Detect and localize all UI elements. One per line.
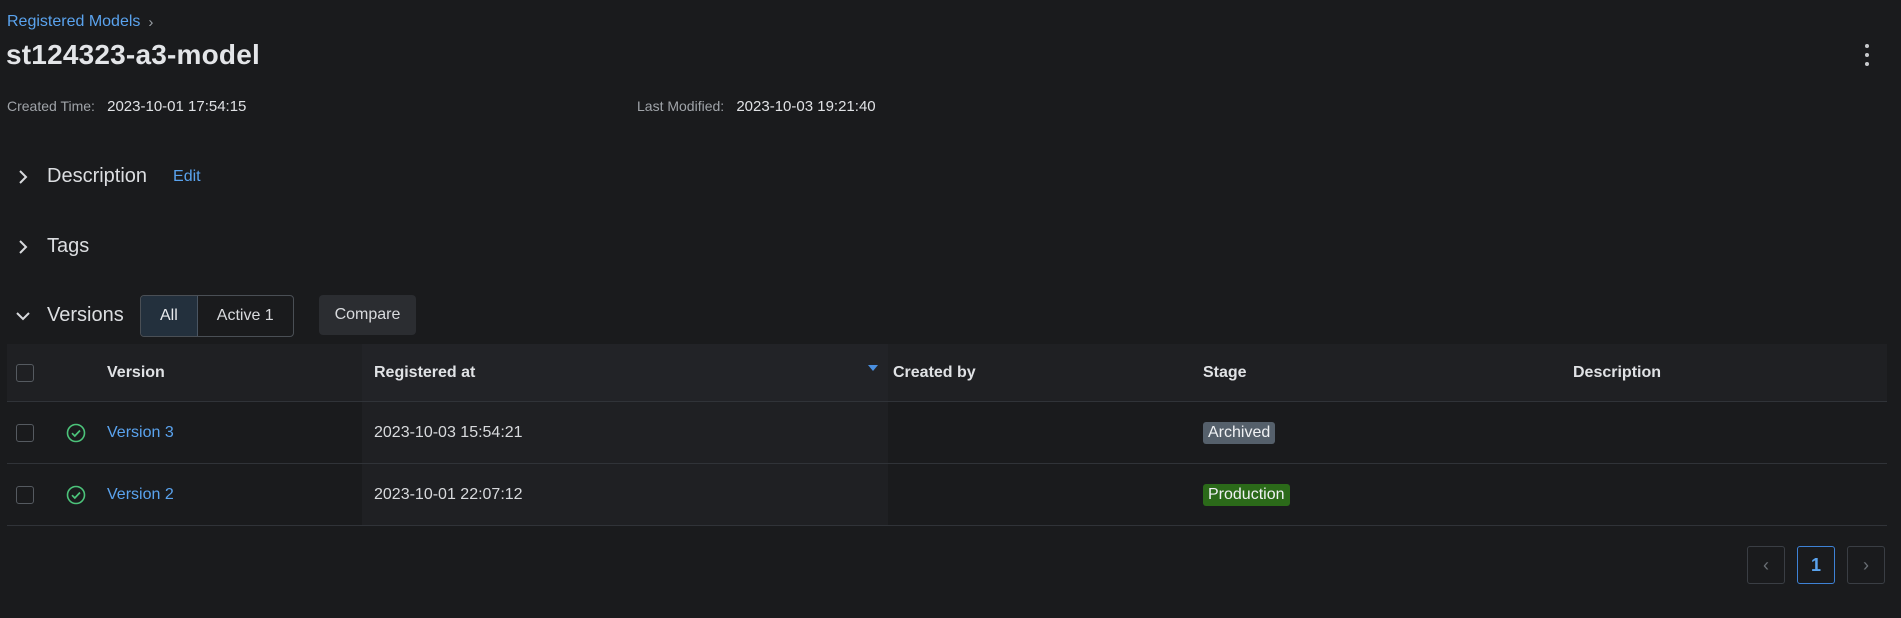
table-row: Version 3 2023-10-03 15:54:21 Archived: [7, 402, 1887, 464]
breadcrumb: Registered Models ›: [7, 13, 153, 31]
stage-cell: Production: [1203, 464, 1290, 525]
description-section-header[interactable]: Description Edit: [14, 165, 201, 188]
breadcrumb-registered-models-link[interactable]: Registered Models: [7, 13, 140, 31]
compare-button[interactable]: Compare: [319, 295, 416, 335]
table-row: Version 2 2023-10-01 22:07:12 Production: [7, 464, 1887, 526]
page-title: st124323-a3-model: [6, 39, 260, 70]
status-cell: [66, 464, 86, 525]
table-header-row: Version Registered at Created by Stage D…: [7, 344, 1887, 402]
row-checkbox[interactable]: [16, 485, 34, 504]
stage-cell: Archived: [1203, 402, 1276, 463]
header-version[interactable]: Version: [107, 344, 165, 401]
registered-at-value: 2023-10-01 22:07:12: [374, 485, 523, 503]
check-circle-icon: [66, 485, 86, 504]
chevron-right-icon: [19, 239, 28, 254]
chevron-down-icon: [16, 311, 30, 320]
edit-description-link[interactable]: Edit: [173, 168, 201, 186]
versions-table: Version Registered at Created by Stage D…: [7, 344, 1887, 526]
header-registered-at-label: Registered at: [374, 363, 476, 381]
header-description[interactable]: Description: [1573, 344, 1661, 401]
created-time-value: 2023-10-01 17:54:15: [107, 98, 247, 115]
check-circle-icon: [66, 423, 86, 442]
chevron-right-icon: ›: [1863, 554, 1869, 575]
tags-section-header[interactable]: Tags: [14, 235, 89, 258]
last-modified-value: 2023-10-03 19:21:40: [736, 98, 876, 115]
description-section-title: Description: [47, 165, 148, 187]
select-all-cell: [16, 344, 34, 401]
sort-descending-icon: [868, 365, 878, 371]
status-cell: [66, 402, 86, 463]
header-stage[interactable]: Stage: [1203, 344, 1247, 401]
chevron-left-icon: ‹: [1763, 554, 1769, 575]
header-created-by[interactable]: Created by: [893, 344, 976, 401]
version-filter-toggle: All Active 1: [140, 295, 294, 337]
version-link[interactable]: Version 3: [107, 402, 174, 463]
versions-section-title: Versions: [47, 304, 124, 326]
more-options-icon[interactable]: [1858, 44, 1876, 66]
versions-section-header[interactable]: Versions: [14, 304, 124, 327]
row-select-cell: [16, 402, 34, 463]
last-modified: Last Modified: 2023-10-03 19:21:40: [637, 98, 876, 115]
header-registered-at[interactable]: Registered at: [362, 344, 888, 401]
last-modified-label: Last Modified:: [637, 98, 725, 114]
registered-at-value: 2023-10-03 15:54:21: [374, 423, 523, 441]
filter-all-button[interactable]: All: [141, 296, 198, 336]
filter-active-button[interactable]: Active 1: [198, 296, 293, 336]
version-link[interactable]: Version 2: [107, 464, 174, 525]
select-all-checkbox[interactable]: [16, 363, 34, 382]
next-page-button[interactable]: ›: [1847, 546, 1885, 584]
row-checkbox[interactable]: [16, 423, 34, 442]
breadcrumb-separator-icon: ›: [148, 13, 154, 31]
row-select-cell: [16, 464, 34, 525]
tags-section-title: Tags: [47, 235, 90, 257]
created-time: Created Time: 2023-10-01 17:54:15: [7, 98, 246, 115]
page-1-button[interactable]: 1: [1797, 546, 1835, 584]
prev-page-button[interactable]: ‹: [1747, 546, 1785, 584]
model-page: Registered Models › st124323-a3-model Cr…: [0, 0, 1901, 618]
created-time-label: Created Time:: [7, 98, 95, 114]
stage-badge: Archived: [1203, 421, 1276, 444]
stage-badge: Production: [1203, 483, 1290, 506]
chevron-right-icon: [19, 169, 28, 184]
